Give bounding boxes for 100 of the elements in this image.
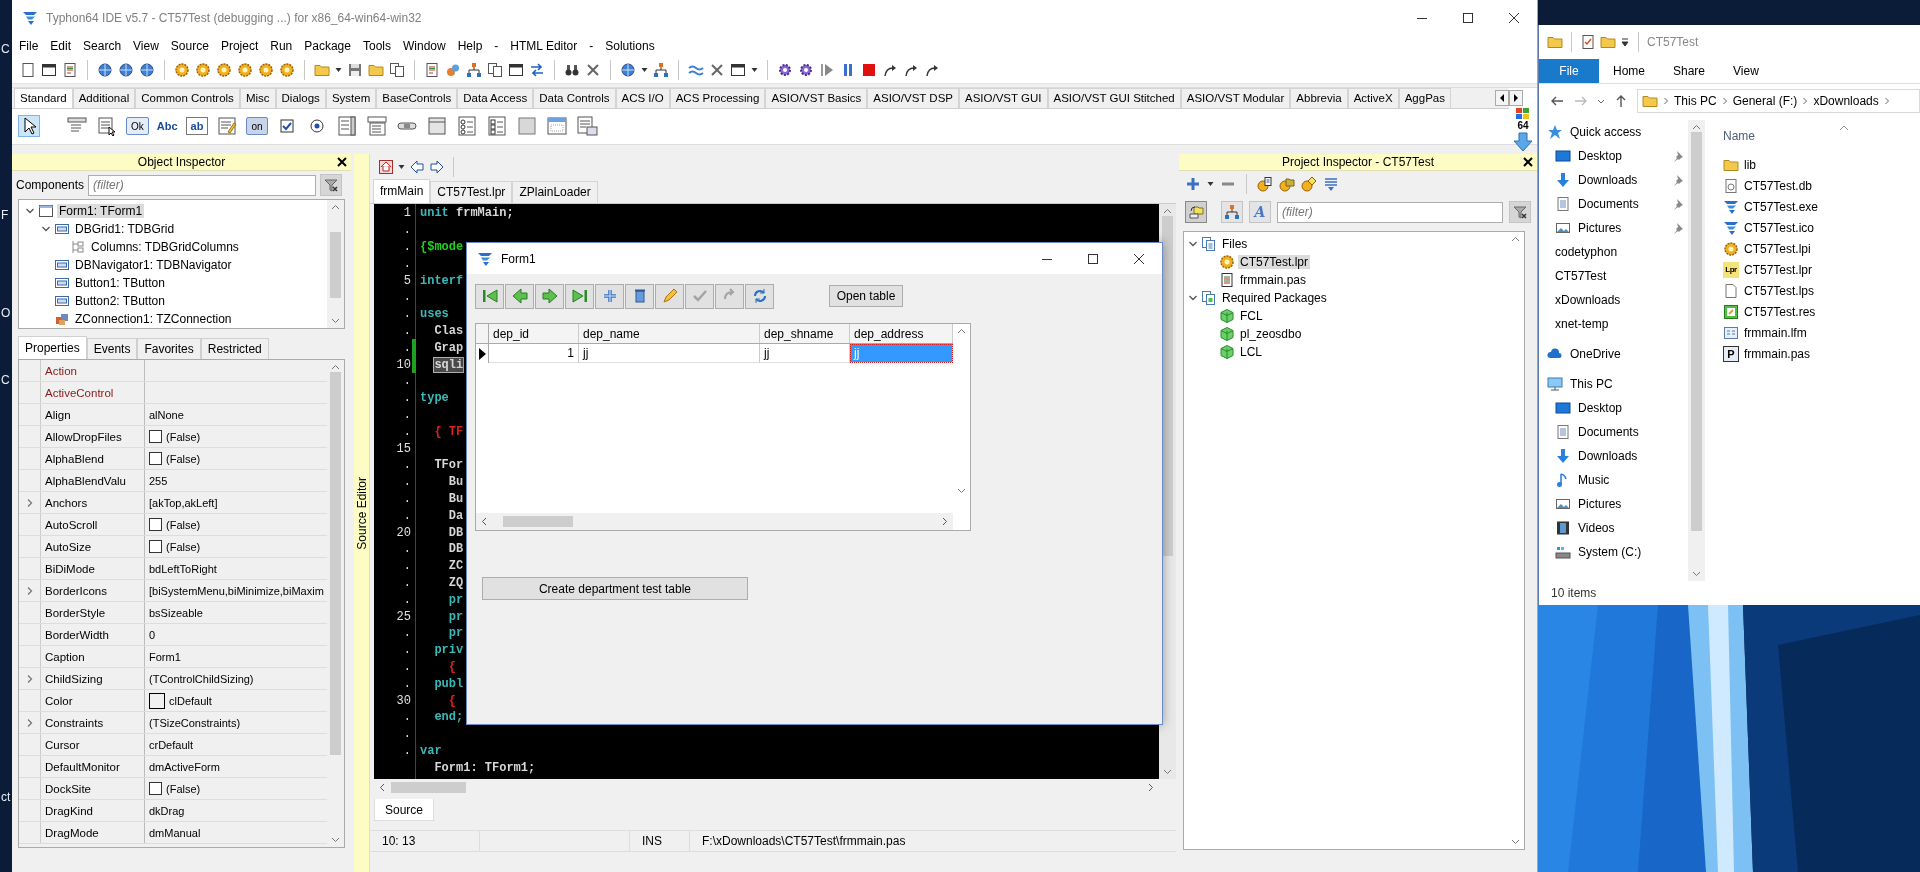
gear-icon[interactable] — [216, 61, 232, 78]
file-name[interactable]: CT57Test.ico — [1744, 220, 1815, 235]
arrow-down-icon[interactable] — [1512, 132, 1534, 152]
play-icon[interactable] — [819, 61, 835, 78]
stop-icon[interactable] — [861, 61, 877, 78]
menu-item[interactable]: Package — [298, 39, 357, 53]
arrow-right-icon[interactable] — [1511, 93, 1521, 103]
palette-tab[interactable]: ASIO/VST DSP — [867, 88, 959, 108]
folder-icon[interactable] — [1547, 34, 1563, 50]
menu-item[interactable]: Project — [214, 39, 265, 53]
open-table-button[interactable]: Open table — [829, 285, 903, 307]
palette-tab[interactable]: ASIO/VST GUI — [959, 88, 1048, 108]
palette-tab[interactable]: BaseControls — [376, 88, 458, 108]
property-value[interactable]: 255 — [149, 474, 168, 487]
palette-tab[interactable]: Data Controls — [533, 88, 616, 108]
ribbon-tab[interactable]: Share — [1659, 59, 1720, 83]
navigation-item[interactable]: xnet-temp — [1555, 317, 1609, 331]
window-icon[interactable] — [730, 61, 746, 78]
vertical-scrollbar[interactable] — [1688, 120, 1705, 581]
menu-item[interactable]: Solutions — [599, 39, 661, 53]
component-tree-item[interactable]: Columns: TDBGridColumns — [89, 240, 241, 254]
breadcrumb[interactable]: This PC — [1674, 94, 1717, 108]
palette-tab[interactable]: Dialogs — [275, 88, 326, 108]
component-tree-item[interactable]: DBNavigator1: TDBNavigator — [73, 258, 234, 272]
palette-tab[interactable]: ASIO/VST Modular — [1180, 88, 1291, 108]
globe-icon[interactable] — [139, 61, 155, 78]
menu-item[interactable]: File — [13, 39, 45, 53]
page-icon[interactable] — [20, 61, 36, 78]
navigation-item[interactable]: Downloads — [1578, 173, 1638, 187]
scroll-left-icon[interactable] — [379, 783, 385, 792]
file-name[interactable]: CT57Test.exe — [1744, 199, 1819, 214]
property-value[interactable]: (False) — [166, 782, 201, 795]
close-icon[interactable] — [1509, 13, 1519, 23]
column-header[interactable]: dep_id — [493, 326, 530, 341]
navigation-item[interactable]: System (C:) — [1578, 545, 1642, 559]
project-tree-item[interactable]: Required Packages — [1220, 291, 1329, 305]
scroll-up-icon[interactable] — [1163, 208, 1172, 214]
property-value[interactable]: bdLeftToRight — [149, 562, 217, 575]
property-value[interactable]: bsSizeable — [149, 606, 203, 619]
breadcrumb[interactable]: General (F:) — [1732, 94, 1798, 108]
navigation-item[interactable]: codetyphon — [1555, 245, 1618, 259]
scroll-left-icon[interactable] — [481, 517, 487, 526]
inspector-tab[interactable]: Properties — [18, 336, 87, 359]
close-icon[interactable] — [337, 157, 347, 167]
palette-tab[interactable]: System — [325, 88, 377, 108]
scroll-up-icon[interactable] — [957, 328, 966, 334]
ribbon-tab[interactable]: File — [1539, 59, 1599, 83]
house-icon[interactable] — [378, 159, 394, 175]
window-icon[interactable] — [508, 61, 524, 78]
cog-icon[interactable] — [777, 61, 793, 78]
menu-item[interactable]: Edit — [44, 39, 78, 53]
scroll-up-icon[interactable] — [1692, 124, 1701, 130]
file-name[interactable]: CT57Test.lpi — [1744, 241, 1811, 256]
chevron-down-icon[interactable] — [25, 206, 35, 216]
table-cell[interactable]: 1 — [489, 344, 579, 363]
file-name[interactable]: CT57Test.res — [1744, 304, 1816, 319]
hierarchy-icon[interactable] — [466, 61, 482, 78]
scroll-right-icon[interactable] — [1148, 783, 1154, 792]
memo-icon[interactable] — [216, 115, 239, 138]
file-name[interactable]: lib — [1744, 157, 1756, 172]
project-tree-item[interactable]: Files — [1220, 237, 1250, 251]
column-header[interactable]: Name — [1723, 129, 1755, 143]
gear-icon[interactable] — [174, 61, 190, 78]
last-button[interactable] — [565, 283, 594, 309]
property-value[interactable]: Form1 — [149, 650, 181, 663]
menu-item[interactable]: Help — [451, 39, 489, 53]
editor-tab[interactable]: CT57Test.lpr — [430, 181, 513, 203]
tools-icon[interactable] — [709, 61, 725, 78]
lines-icon[interactable] — [1323, 176, 1339, 192]
pencil-icon[interactable] — [660, 287, 679, 305]
frame-icon[interactable] — [545, 115, 568, 138]
desktop-icon-label[interactable]: O — [1, 306, 11, 320]
palette-tab[interactable]: Misc — [239, 88, 276, 108]
chevron-down-icon[interactable] — [41, 224, 51, 234]
close-icon[interactable] — [1523, 157, 1533, 167]
property-value[interactable]: (False) — [166, 430, 201, 443]
window-icon[interactable] — [41, 61, 57, 78]
scroll-up-icon[interactable] — [1511, 236, 1520, 242]
file-name[interactable]: CT57Test.lps — [1744, 283, 1815, 298]
breadcrumb[interactable]: xDownloads — [1813, 94, 1879, 108]
pointer-icon[interactable] — [18, 115, 40, 138]
desktop-icon-label[interactable]: ct — [1, 790, 11, 804]
inspector-tab[interactable]: Favorites — [137, 338, 201, 359]
property-value[interactable]: dmManual — [149, 826, 201, 839]
navigation-item[interactable]: xDownloads — [1555, 293, 1621, 307]
navigation-item[interactable]: Quick access — [1570, 125, 1642, 139]
navigation-item[interactable]: Pictures — [1578, 221, 1622, 235]
combo-list-icon[interactable] — [365, 115, 388, 138]
editor-tab[interactable]: ZPlainLoader — [512, 181, 598, 203]
file-name[interactable]: CT57Test.lpr — [1744, 262, 1813, 277]
property-value[interactable]: alNone — [149, 408, 184, 421]
notepad-icon[interactable] — [62, 61, 78, 78]
ribbon-tab[interactable]: View — [1719, 59, 1773, 83]
popup-menu-icon[interactable] — [96, 115, 118, 138]
plus-icon[interactable] — [1185, 176, 1201, 192]
button-icon[interactable]: Ok — [126, 117, 149, 136]
save-icon[interactable] — [347, 61, 363, 78]
scroll-up-icon[interactable] — [331, 364, 340, 370]
palette-tab[interactable]: ActiveX — [1347, 88, 1399, 108]
tools-icon[interactable] — [585, 61, 601, 78]
